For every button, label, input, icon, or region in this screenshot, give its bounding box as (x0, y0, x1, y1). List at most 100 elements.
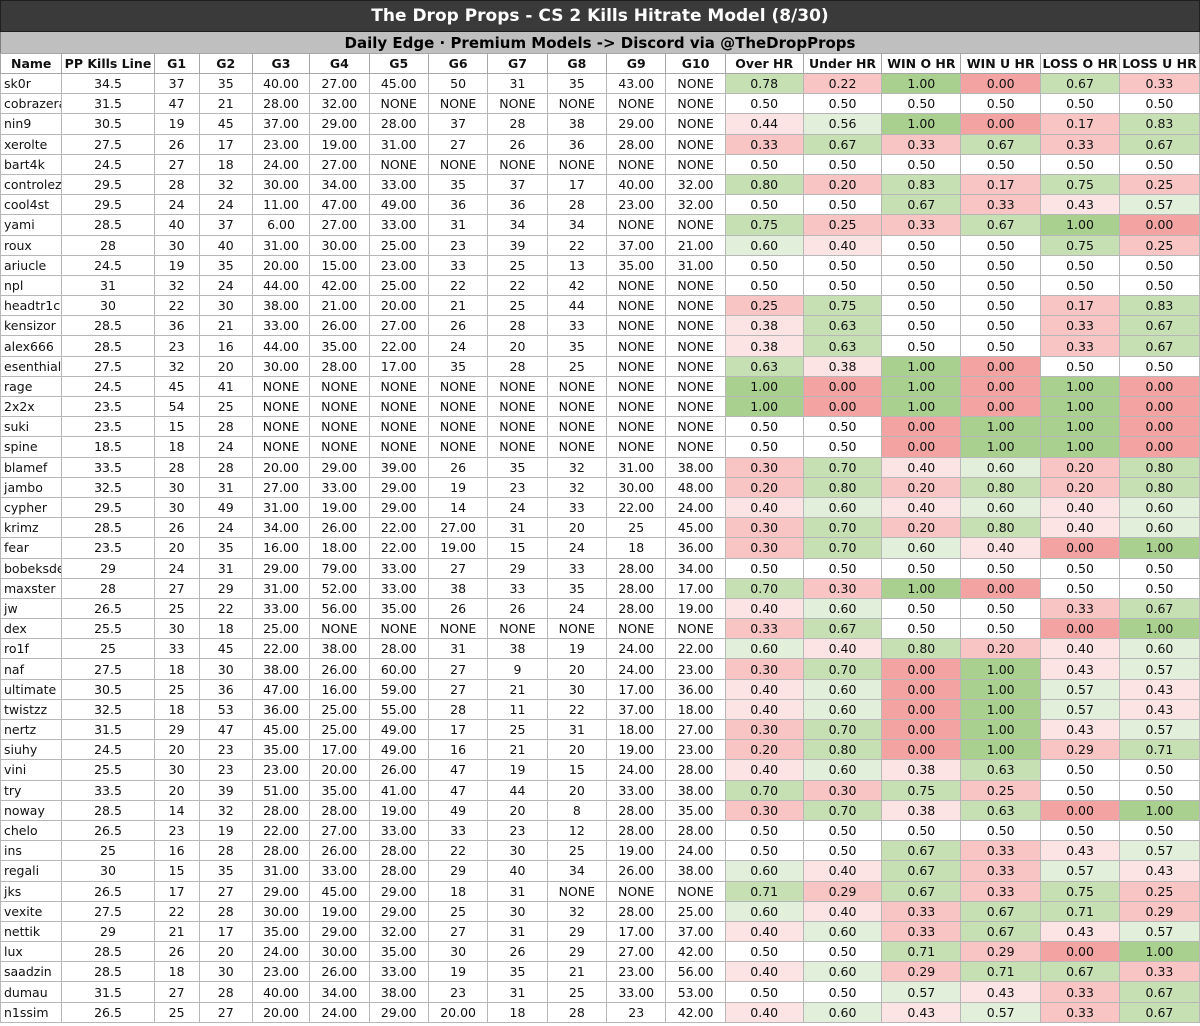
player-name-cell: xerolte (0, 133, 63, 155)
hitrate-cell: 0.83 (1118, 295, 1200, 317)
hitrate-cell: 0.60 (724, 638, 804, 660)
hitrate-cell: 0.43 (1118, 698, 1200, 721)
hitrate-cell: 0.50 (1040, 355, 1120, 377)
player-name-cell: suki (0, 416, 63, 438)
hitrate-cell: 0.50 (881, 597, 962, 620)
stat-cell: 27.00 (309, 153, 370, 175)
stat-cell: 23.5 (61, 395, 155, 418)
hitrate-cell: 0.75 (1040, 173, 1120, 196)
hitrate-cell: 0.00 (960, 375, 1042, 398)
stat-cell: 54 (153, 395, 200, 418)
stat-cell: 55.00 (368, 698, 429, 721)
stat-cell: 25.00 (309, 698, 370, 721)
hitrate-cell: 0.25 (1118, 234, 1200, 256)
table-row: nin9 30.5 19 45 37.00 29.00 28.00 37 28 38 29.00 NO… (0, 113, 1200, 135)
stat-cell: 27.00 (309, 214, 370, 236)
hitrate-cell: 0.25 (724, 295, 804, 317)
hitrate-cell: 0.71 (724, 880, 804, 902)
hitrate-cell: 0.40 (881, 456, 962, 478)
hitrate-cell: 0.50 (724, 93, 804, 115)
stat-cell: 25 (487, 718, 548, 741)
stat-cell: 31 (487, 72, 548, 95)
hitrate-cell: 0.60 (1118, 638, 1200, 660)
stat-cell: 26 (153, 517, 200, 539)
hitrate-cell: 0.57 (960, 1001, 1042, 1023)
stat-cell: 45.00 (368, 72, 429, 95)
hitrate-cell: 0.25 (1118, 880, 1200, 902)
stat-cell: 15 (546, 759, 608, 781)
stat-cell: 40 (487, 860, 548, 882)
stat-cell: 36 (487, 194, 548, 216)
stat-cell: 19.00 (309, 496, 370, 519)
stat-cell: 29.00 (251, 880, 311, 902)
hitrate-cell: 0.50 (881, 295, 962, 317)
player-name-cell: headtr1ck (0, 295, 63, 317)
hitrate-cell: 0.50 (1040, 93, 1120, 115)
stat-cell: 32 (198, 799, 253, 821)
stat-cell: 24.00 (665, 496, 726, 519)
column-header: Under HR (802, 53, 883, 74)
stat-cell: 34.00 (309, 173, 370, 196)
hitrate-cell: 0.50 (802, 436, 883, 458)
stat-cell: 22 (198, 597, 253, 620)
stat-cell: 25 (546, 840, 608, 862)
hitrate-cell: 0.60 (802, 961, 883, 983)
stat-cell: 35.00 (368, 941, 429, 963)
hitrate-cell: 1.00 (881, 113, 962, 135)
table-row: dex 25.5 30 18 25.00 NONE NONE NONE NONE NONE NONE… (0, 618, 1200, 640)
stat-cell: 20.00 (251, 1001, 311, 1023)
hitrate-cell: 1.00 (724, 375, 804, 398)
hitrate-cell: 0.00 (1118, 436, 1200, 458)
hitrate-cell: 0.40 (802, 860, 883, 882)
stat-cell: 31 (546, 718, 608, 741)
column-header: G1 (153, 53, 200, 74)
stat-cell: 33 (427, 254, 489, 276)
stat-cell: 24 (546, 537, 608, 559)
hitrate-cell: 0.75 (802, 295, 883, 317)
stat-cell: 27 (198, 1001, 253, 1023)
stat-cell: NONE (665, 72, 726, 95)
stat-cell: 17.00 (368, 355, 429, 377)
stat-cell: NONE (546, 395, 608, 418)
hitrate-cell: 1.00 (1118, 618, 1200, 640)
table-row: rage 24.5 45 41 NONE NONE NONE NONE NONE NONE NONE… (0, 375, 1200, 398)
player-name-cell: dex (0, 618, 63, 640)
stat-cell: 29 (487, 557, 548, 579)
stat-cell: 22 (546, 234, 608, 256)
hitrate-cell: 0.50 (802, 557, 883, 579)
stat-cell: 22.00 (251, 638, 311, 660)
table-row: jks 26.5 17 27 29.00 45.00 29.00 18 31 NONE NONE NO… (0, 880, 1200, 902)
stat-cell: 20.00 (251, 456, 311, 478)
table-row: bart4k 24.5 27 18 24.00 27.00 NONE NONE NONE NONE… (0, 153, 1200, 175)
stat-cell: 38 (427, 577, 489, 599)
player-name-cell: bart4k (0, 153, 63, 175)
stat-cell: 79.00 (309, 557, 370, 579)
stat-cell: 36.00 (665, 537, 726, 559)
table-row: twistzz 32.5 18 53 36.00 25.00 55.00 28 11 22 37.0… (0, 698, 1200, 721)
stat-cell: 42.00 (665, 941, 726, 963)
hitrate-cell: 0.29 (802, 880, 883, 902)
table-row: n1ssim 26.5 25 27 20.00 24.00 29.00 20.00 18 28 23… (0, 1001, 1200, 1023)
stat-cell: NONE (546, 436, 608, 458)
stat-cell: 29.5 (61, 496, 155, 519)
stat-cell: 20 (153, 779, 200, 801)
stat-cell: NONE (487, 436, 548, 458)
hitrate-cell: 0.60 (802, 1001, 883, 1023)
hitrate-cell: 1.00 (960, 698, 1042, 721)
player-name-cell: nertz (0, 718, 63, 741)
hitrate-cell: 0.17 (960, 173, 1042, 196)
table-row: 2x2x 23.5 54 25 NONE NONE NONE NONE NONE NONE NONE… (0, 395, 1200, 418)
hitrate-cell: 1.00 (1118, 799, 1200, 821)
stat-cell: 22 (427, 274, 489, 297)
stat-cell: 28 (198, 456, 253, 478)
stat-cell: 28.5 (61, 214, 155, 236)
stat-cell: 38.00 (665, 779, 726, 801)
hitrate-cell: 0.33 (881, 900, 962, 922)
table-row: vini 25.5 30 23 23.00 20.00 26.00 47 19 15 24.00 28… (0, 759, 1200, 781)
hitrate-cell: 0.00 (1118, 416, 1200, 438)
hitrate-cell: 0.00 (881, 416, 962, 438)
column-header: G3 (251, 53, 311, 74)
stat-cell: NONE (606, 436, 667, 458)
table-row: nettik 29 21 17 35.00 29.00 32.00 27 31 29 17.00 37… (0, 920, 1200, 943)
stat-cell: 18 (427, 880, 489, 902)
